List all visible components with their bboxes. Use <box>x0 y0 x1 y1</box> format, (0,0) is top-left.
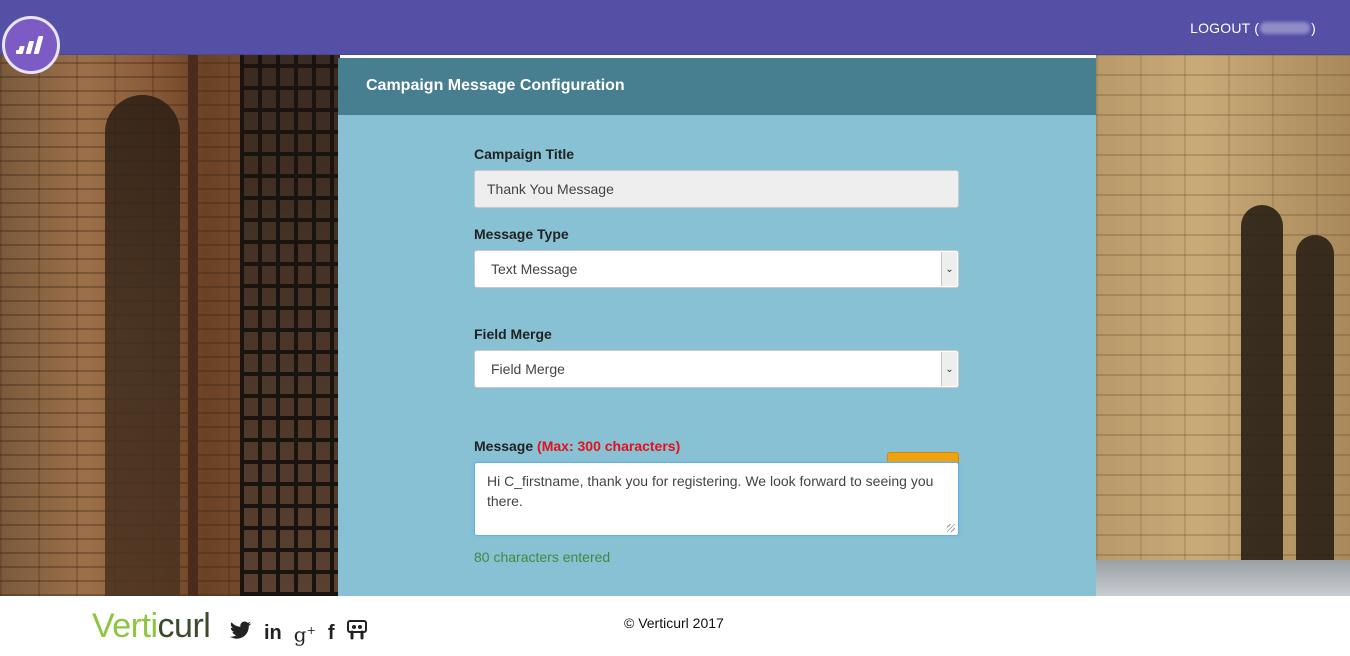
panel-title: Campaign Message Configuration <box>338 58 1096 115</box>
field-merge-value: Field Merge <box>491 361 565 377</box>
signal-bars-icon <box>16 36 44 54</box>
background-arch <box>1296 235 1334 596</box>
app-logo-icon[interactable] <box>2 16 60 74</box>
username-blurred <box>1260 22 1311 34</box>
background-gate <box>240 55 340 596</box>
character-count: 80 characters entered <box>474 549 611 565</box>
logout-suffix: ) <box>1311 20 1316 36</box>
copyright-text: © Verticurl 2017 <box>624 615 724 631</box>
campaign-config-panel: Campaign Message Configuration Campaign … <box>338 58 1096 596</box>
message-type-select[interactable]: Text Message ⌄ <box>474 250 959 288</box>
logout-link[interactable]: LOGOUT () <box>1190 20 1316 36</box>
logout-label: LOGOUT ( <box>1190 20 1260 36</box>
social-links: in g+ f <box>230 619 368 646</box>
chevron-down-icon[interactable]: ⌄ <box>941 252 957 286</box>
message-type-value: Text Message <box>491 261 578 277</box>
campaign-title-input[interactable]: Thank You Message <box>474 170 959 208</box>
twitter-icon[interactable] <box>230 621 252 644</box>
campaign-title-label: Campaign Title <box>474 146 575 162</box>
chevron-down-icon[interactable]: ⌄ <box>941 352 957 386</box>
background-arch <box>1241 205 1283 596</box>
resize-handle-icon[interactable] <box>947 524 955 532</box>
message-label: Message (Max: 300 characters) <box>474 438 959 454</box>
google-plus-icon[interactable]: g+ <box>294 620 316 646</box>
slideshare-icon[interactable] <box>346 619 368 646</box>
top-navbar: LOGOUT () <box>0 0 1350 55</box>
message-type-label: Message Type <box>474 226 569 242</box>
brand-part-curl: curl <box>157 607 211 645</box>
background-building-right <box>1096 55 1350 596</box>
verticurl-logo[interactable]: Verticurl <box>92 607 211 645</box>
footer: Verticurl in g+ f © Verticurl 2017 <box>0 596 1350 656</box>
message-textarea[interactable]: Hi C_firstname, thank you for registerin… <box>474 462 959 536</box>
field-merge-label: Field Merge <box>474 326 552 342</box>
message-max-hint: (Max: 300 characters) <box>537 438 681 454</box>
field-merge-select[interactable]: Field Merge ⌄ <box>474 350 959 388</box>
message-text: Hi C_firstname, thank you for registerin… <box>487 473 934 509</box>
background-building-left <box>0 55 340 596</box>
facebook-icon[interactable]: f <box>328 622 335 644</box>
brand-part-verti: Verti <box>92 607 158 645</box>
message-label-text: Message <box>474 438 534 454</box>
background-pipe <box>188 55 198 596</box>
campaign-form: Campaign Title Thank You Message Message… <box>474 146 959 565</box>
linkedin-icon[interactable]: in <box>264 622 282 644</box>
background-arch <box>105 95 180 596</box>
background-street <box>1096 560 1350 596</box>
